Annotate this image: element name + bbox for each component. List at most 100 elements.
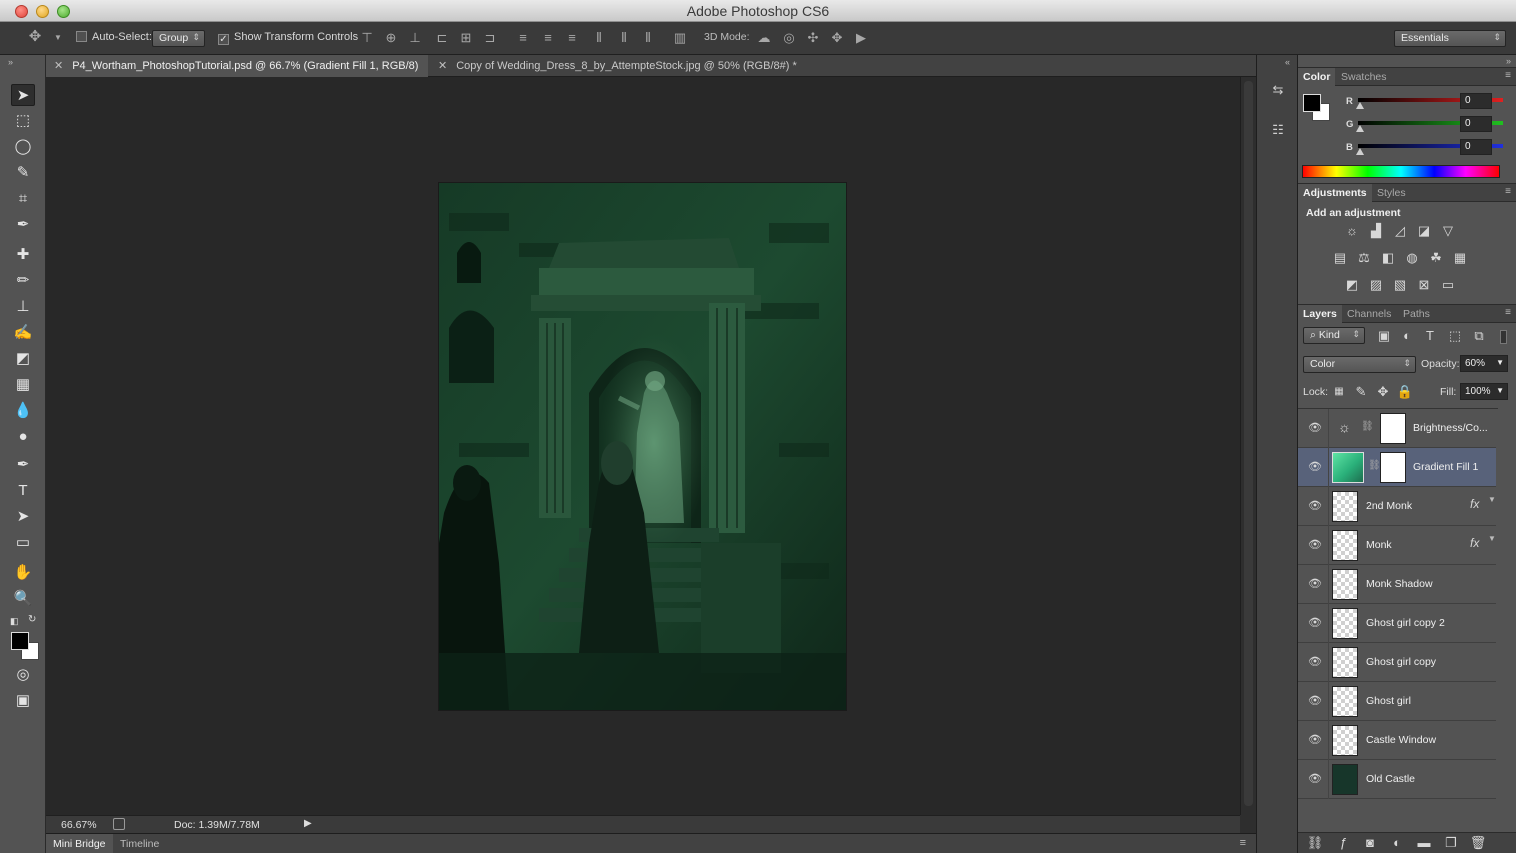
document-canvas-image[interactable]	[439, 183, 846, 710]
vertical-scrollbar[interactable]	[1240, 77, 1256, 815]
layer-name[interactable]: Old Castle	[1366, 773, 1415, 785]
delete-layer-icon[interactable]: 🗑	[1469, 834, 1487, 852]
new-group-icon[interactable]: ▬	[1415, 834, 1433, 852]
layer-row[interactable]: 👁 ☼ ⛓ Brightness/Co...	[1298, 409, 1496, 448]
doc-tab-tutorial[interactable]: ✕ P4_Wortham_PhotoshopTutorial.psd @ 66.7…	[46, 55, 428, 77]
layer-mask-thumbnail[interactable]	[1380, 452, 1406, 483]
visibility-eye-icon[interactable]: 👁	[1308, 616, 1322, 630]
chevron-down-icon[interactable]: ▼	[1488, 534, 1496, 543]
status-menu-arrow-icon[interactable]: ▶	[304, 818, 312, 829]
visibility-eye-icon[interactable]: 👁	[1308, 694, 1322, 708]
invert-icon[interactable]: ◩	[1343, 276, 1361, 294]
default-colors-icon[interactable]: ◧	[10, 616, 19, 627]
filter-pixel-icon[interactable]: ▣	[1375, 327, 1393, 345]
distribute-left-icon[interactable]: ⫴	[591, 30, 607, 46]
layer-name[interactable]: Monk Shadow	[1366, 578, 1433, 590]
filter-toggle-switch[interactable]	[1500, 330, 1507, 344]
red-slider[interactable]: R 0	[1302, 93, 1503, 112]
black-white-icon[interactable]: ◧	[1379, 249, 1397, 267]
filter-shape-icon[interactable]: ⬚	[1446, 327, 1464, 345]
doc-tab-wedding-dress[interactable]: ✕ Copy of Wedding_Dress_8_by_AttempteStoc…	[430, 55, 810, 77]
move-tool-preset-icon[interactable]: ✥	[27, 29, 43, 45]
color-balance-icon[interactable]: ⚖	[1355, 249, 1373, 267]
3d-rotate-icon[interactable]: ☁	[756, 30, 772, 46]
align-horizontal-centers-icon[interactable]: ⊞	[458, 30, 474, 46]
green-value-field[interactable]: 0	[1460, 116, 1492, 132]
lock-image-icon[interactable]: ✎	[1352, 383, 1370, 401]
link-layers-icon[interactable]: ⛓	[1306, 834, 1324, 852]
distribute-vcenter-icon[interactable]: ≡	[540, 30, 556, 46]
fill-field[interactable]: 100% ▼	[1460, 383, 1508, 400]
collapse-panels-icon[interactable]: »	[1506, 56, 1511, 66]
tab-swatches[interactable]: Swatches	[1336, 68, 1392, 86]
close-tab-icon[interactable]: ✕	[438, 60, 447, 72]
lock-position-icon[interactable]: ✥	[1374, 383, 1392, 401]
visibility-eye-icon[interactable]: 👁	[1308, 655, 1322, 669]
panel-menu-icon[interactable]: ≡	[1505, 307, 1511, 318]
red-slider-knob[interactable]	[1356, 102, 1364, 109]
type-tool-icon[interactable]: T	[11, 480, 35, 502]
tab-timeline[interactable]: Timeline	[113, 834, 166, 853]
auto-align-layers-icon[interactable]: ▥	[672, 30, 688, 46]
layer-row[interactable]: 👁 Monk Shadow	[1298, 565, 1496, 604]
healing-brush-tool-icon[interactable]: ✚	[11, 244, 35, 266]
layer-thumbnail[interactable]	[1332, 608, 1358, 639]
brush-tool-icon[interactable]: ✏	[11, 270, 35, 292]
red-value-field[interactable]: 0	[1460, 93, 1492, 109]
visibility-eye-icon[interactable]: 👁	[1308, 577, 1322, 591]
layer-row[interactable]: 👁 ⛓ Gradient Fill 1	[1298, 448, 1496, 487]
add-mask-icon[interactable]: ◙	[1361, 834, 1379, 852]
layer-name[interactable]: Gradient Fill 1	[1413, 461, 1478, 473]
layer-thumbnail[interactable]	[1332, 491, 1358, 522]
layer-filter-dropdown[interactable]: ⌕ Kind	[1303, 327, 1365, 344]
move-tool-icon[interactable]: ➤	[11, 84, 35, 106]
chevron-down-icon[interactable]: ▼	[1488, 495, 1496, 504]
photo-filter-icon[interactable]: ◍	[1403, 249, 1421, 267]
align-left-edges-icon[interactable]: ⊏	[434, 30, 450, 46]
layer-thumbnail[interactable]	[1332, 647, 1358, 678]
tab-mini-bridge[interactable]: Mini Bridge	[46, 834, 113, 853]
foreground-color-swatch[interactable]	[11, 632, 29, 650]
levels-icon[interactable]: ▟	[1367, 222, 1385, 240]
layer-row[interactable]: 👁 Ghost girl copy	[1298, 643, 1496, 682]
tab-adjustments[interactable]: Adjustments	[1298, 184, 1372, 202]
layer-mask-thumbnail[interactable]	[1380, 413, 1406, 444]
gradient-tool-icon[interactable]: ▦	[11, 374, 35, 396]
hand-tool-icon[interactable]: ✋	[11, 562, 35, 584]
history-brush-tool-icon[interactable]: ✍	[11, 322, 35, 344]
crop-tool-icon[interactable]: ⌗	[11, 188, 35, 210]
zoom-tool-icon[interactable]: 🔍	[11, 588, 35, 610]
distribute-hcenter-icon[interactable]: ⫴	[616, 30, 632, 46]
blue-slider[interactable]: B 0	[1302, 139, 1503, 158]
eraser-tool-icon[interactable]: ◩	[11, 348, 35, 370]
new-adjustment-layer-icon[interactable]: ◐	[1388, 834, 1406, 852]
color-spectrum-bar[interactable]	[1302, 165, 1500, 178]
align-right-edges-icon[interactable]: ⊐	[482, 30, 498, 46]
vibrance-icon[interactable]: ▽	[1439, 222, 1457, 240]
workspace-dropdown[interactable]: Essentials	[1394, 30, 1506, 47]
blur-tool-icon[interactable]: 💧	[11, 400, 35, 422]
blue-slider-knob[interactable]	[1356, 148, 1364, 155]
filter-type-icon[interactable]: T	[1421, 327, 1439, 345]
tab-styles[interactable]: Styles	[1372, 184, 1411, 202]
layer-row[interactable]: 👁 Ghost girl	[1298, 682, 1496, 721]
layer-name[interactable]: Castle Window	[1366, 734, 1436, 746]
canvas-area[interactable]	[46, 77, 1240, 815]
collapse-dock-icon[interactable]: «	[1285, 57, 1290, 67]
3d-roll-icon[interactable]: ◎	[781, 30, 797, 46]
lasso-tool-icon[interactable]: ◯	[11, 136, 35, 158]
hue-saturation-icon[interactable]: ▤	[1331, 249, 1349, 267]
marquee-tool-icon[interactable]: ⬚	[11, 110, 35, 132]
selective-color-icon[interactable]: ⊠	[1415, 276, 1433, 294]
posterize-icon[interactable]: ▨	[1367, 276, 1385, 294]
quick-selection-tool-icon[interactable]: ✎	[11, 162, 35, 184]
visibility-eye-icon[interactable]: 👁	[1308, 538, 1322, 552]
show-transform-checkbox[interactable]: ✓ Show Transform Controls	[218, 31, 358, 45]
screen-mode-icon[interactable]: ▣	[11, 690, 35, 712]
gradient-map-icon[interactable]: ▭	[1439, 276, 1457, 294]
visibility-eye-icon[interactable]: 👁	[1308, 772, 1322, 786]
zoom-level[interactable]: 66.67%	[61, 819, 97, 831]
history-panel-icon[interactable]: ⇆	[1268, 80, 1288, 100]
brightness-contrast-icon[interactable]: ☼	[1343, 222, 1361, 240]
filter-smart-object-icon[interactable]: ⧉	[1470, 327, 1488, 345]
